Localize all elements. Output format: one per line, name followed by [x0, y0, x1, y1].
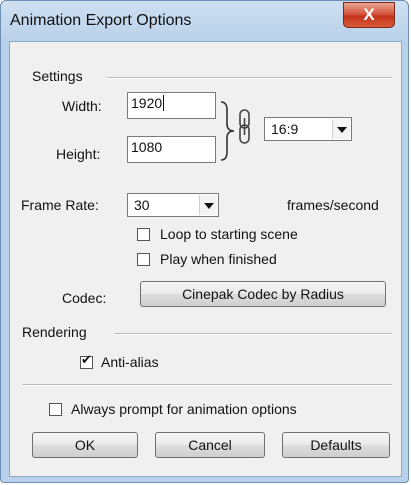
width-label: Width:: [62, 98, 102, 114]
loop-checkbox[interactable]: [137, 228, 150, 241]
text-cursor: [163, 95, 165, 111]
defaults-button[interactable]: Defaults: [282, 432, 390, 458]
antialias-checkbox[interactable]: [80, 353, 93, 369]
codec-button[interactable]: Cinepak Codec by Radius: [140, 281, 386, 307]
dialog-window: Animation Export Options X Settings Widt…: [0, 0, 409, 483]
curly-brace-icon: [220, 101, 235, 161]
width-input[interactable]: 1920: [127, 92, 216, 119]
height-label: Height:: [56, 146, 101, 162]
rendering-group-label: Rendering: [22, 324, 87, 340]
close-icon: X: [363, 5, 375, 24]
rendering-separator: [114, 333, 392, 335]
height-input[interactable]: 1080: [127, 136, 216, 163]
bottom-separator: [22, 384, 392, 386]
settings-separator: [107, 77, 392, 79]
dialog-body: Settings Width: 1920 Height: 1080 16:9 F…: [9, 41, 402, 477]
cancel-button[interactable]: Cancel: [155, 432, 265, 458]
width-value: 1920: [131, 95, 163, 111]
window-title: Animation Export Options: [10, 12, 192, 29]
title-bar[interactable]: Animation Export Options X: [1, 1, 408, 41]
close-button[interactable]: X: [343, 2, 395, 28]
play-label: Play when finished: [160, 251, 277, 267]
frame-rate-select[interactable]: 30: [127, 193, 219, 217]
always-prompt-checkbox[interactable]: [49, 403, 62, 416]
play-checkbox[interactable]: [137, 253, 150, 266]
always-prompt-label: Always prompt for animation options: [71, 401, 297, 417]
aspect-ratio-select[interactable]: 16:9: [264, 117, 352, 141]
frame-rate-unit: frames/second: [287, 197, 379, 213]
codec-label: Codec:: [62, 290, 107, 306]
antialias-label: Anti-alias: [101, 354, 159, 370]
settings-group-label: Settings: [32, 68, 83, 84]
frame-rate-value: 30: [134, 197, 150, 213]
loop-label[interactable]: Loop to starting scene: [160, 226, 298, 242]
chevron-down-icon[interactable]: [332, 119, 350, 139]
chevron-down-icon[interactable]: [199, 195, 217, 215]
aspect-ratio-value: 16:9: [271, 121, 299, 137]
ok-button[interactable]: OK: [32, 432, 138, 458]
chain-link-icon[interactable]: [237, 108, 253, 146]
frame-rate-label: Frame Rate:: [21, 197, 99, 213]
height-value: 1080: [131, 139, 163, 155]
